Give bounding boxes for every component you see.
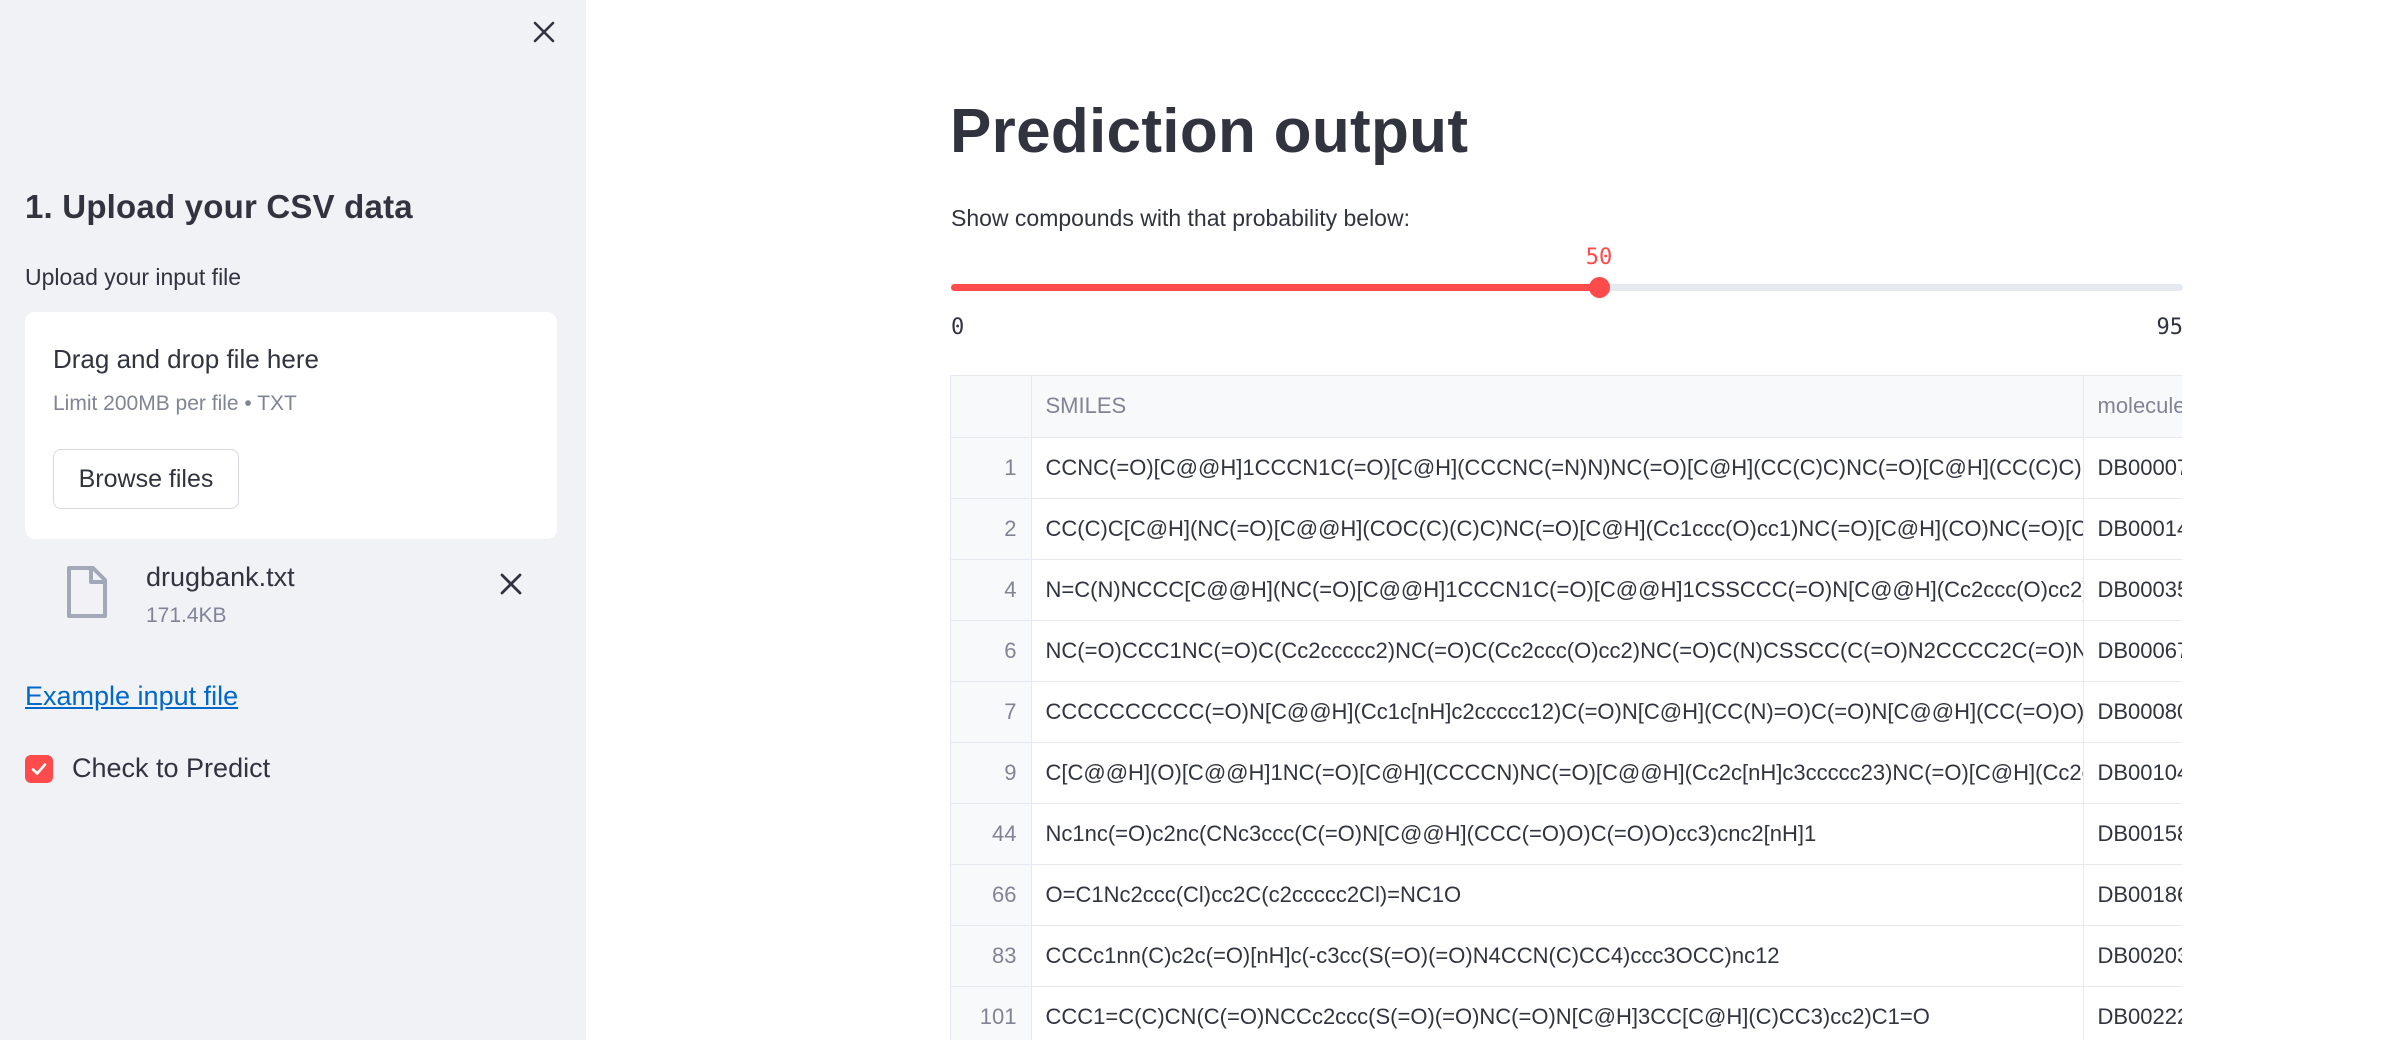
sidebar-heading: 1. Upload your CSV data [25, 188, 413, 225]
upload-label: Upload your input file [25, 264, 242, 290]
dropzone-limit: Limit 200MB per file • TXT [53, 392, 297, 415]
table-row[interactable]: 2 CC(C)C[C@H](NC(=O)[C@@H](COC(C)(C)C)NC(… [951, 498, 2182, 560]
table-row[interactable]: 7 CCCCCCCCCC(=O)N[C@@H](Cc1c[nH]c2ccccc12… [951, 681, 2182, 743]
table-row[interactable]: 9 C[C@@H](O)[C@@H]1NC(=O)[C@H](CCCCN)NC(=… [951, 742, 2182, 804]
row-index-cell[interactable]: 6 [951, 620, 1032, 682]
smiles-cell[interactable]: CCC1=C(C)CN(C(=O)NCCc2ccc(S(=O)(=O)NC(=O… [1031, 986, 2084, 1040]
smiles-cell[interactable]: NC(=O)CCC1NC(=O)C(Cc2ccccc2)NC(=O)C(Cc2c… [1031, 620, 2084, 682]
molecule-cell[interactable]: DB00203 [2083, 925, 2182, 987]
molecule-cell[interactable]: DB00158 [2083, 803, 2182, 865]
slider-value: 50 [1585, 245, 1613, 270]
table-row[interactable]: 4 N=C(N)NCCC[C@@H](NC(=O)[C@@H]1CCCN1C(=O… [951, 559, 2182, 621]
slider-fill [951, 284, 1599, 291]
predict-checkbox-label: Check to Predict [72, 753, 271, 783]
file-name: drugbank.txt [146, 562, 295, 592]
slider-min: 0 [951, 315, 965, 340]
molecule-cell[interactable]: DB00104 [2083, 742, 2182, 804]
table-header-row: SMILES molecule [951, 376, 2182, 438]
molecule-cell[interactable]: DB00067 [2083, 620, 2182, 682]
molecule-cell[interactable]: DB00014 [2083, 498, 2182, 560]
slider-max: 95 [2156, 315, 2184, 340]
slider-thumb[interactable] [1589, 277, 1610, 298]
remove-file-button[interactable] [491, 564, 531, 604]
predict-checkbox-row[interactable]: Check to Predict [25, 753, 270, 784]
row-index-cell[interactable]: 101 [951, 986, 1032, 1040]
row-index-cell[interactable]: 83 [951, 925, 1032, 987]
file-dropzone[interactable]: Drag and drop file here Limit 200MB per … [25, 312, 557, 539]
smiles-cell[interactable]: C[C@@H](O)[C@@H]1NC(=O)[C@H](CCCCN)NC(=O… [1031, 742, 2084, 804]
file-size: 171.4KB [146, 604, 227, 627]
row-index-cell[interactable]: 7 [951, 681, 1032, 743]
close-icon [500, 573, 522, 595]
column-header-smiles[interactable]: SMILES [1031, 376, 2084, 438]
smiles-cell[interactable]: CCCc1nn(C)c2c(=O)[nH]c(-c3cc(S(=O)(=O)N4… [1031, 925, 2084, 987]
page-title: Prediction output [950, 97, 1469, 166]
predict-checkbox[interactable] [25, 754, 53, 783]
smiles-cell[interactable]: Nc1nc(=O)c2nc(CNc3ccc(C(=O)N[C@@H](CCC(=… [1031, 803, 2084, 865]
checkmark-icon [31, 762, 47, 775]
dropzone-title: Drag and drop file here [53, 344, 319, 374]
probability-slider[interactable]: 50 0 95 [951, 240, 2183, 350]
molecule-cell[interactable]: DB00007 [2083, 437, 2182, 499]
table-row[interactable]: 6 NC(=O)CCC1NC(=O)C(Cc2ccccc2)NC(=O)C(Cc2… [951, 620, 2182, 682]
browse-files-button[interactable]: Browse files [53, 449, 239, 509]
row-index-cell[interactable]: 1 [951, 437, 1032, 499]
sidebar: 1. Upload your CSV data Upload your inpu… [0, 0, 586, 1040]
app: 1. Upload your CSV data Upload your inpu… [0, 0, 2408, 1040]
prediction-table[interactable]: SMILES molecule 1 CCNC(=O)[C@@H]1CCCN1C(=… [950, 375, 2182, 1040]
table-row[interactable]: 101 CCC1=C(C)CN(C(=O)NCCc2ccc(S(=O)(=O)NC… [951, 986, 2182, 1040]
close-icon [533, 21, 555, 43]
molecule-cell[interactable]: DB00035 [2083, 559, 2182, 621]
index-header [951, 376, 1032, 438]
table-row[interactable]: 66 O=C1Nc2ccc(Cl)cc2C(c2ccccc2Cl)=NC1O DB0… [951, 864, 2182, 926]
row-index-cell[interactable]: 9 [951, 742, 1032, 804]
smiles-cell[interactable]: CCCCCCCCCC(=O)N[C@@H](Cc1c[nH]c2ccccc12)… [1031, 681, 2084, 743]
smiles-cell[interactable]: CCNC(=O)[C@@H]1CCCN1C(=O)[C@H](CCCNC(=N)… [1031, 437, 2084, 499]
example-input-link[interactable]: Example input file [25, 681, 238, 712]
row-index-cell[interactable]: 44 [951, 803, 1032, 865]
row-index-cell[interactable]: 2 [951, 498, 1032, 560]
slider-label: Show compounds with that probability bel… [951, 205, 1410, 231]
file-icon [67, 566, 107, 618]
molecule-cell[interactable]: DB00186 [2083, 864, 2182, 926]
row-index-cell[interactable]: 66 [951, 864, 1032, 926]
molecule-cell[interactable]: DB00222 [2083, 986, 2182, 1040]
row-index-cell[interactable]: 4 [951, 559, 1032, 621]
table-row[interactable]: 1 CCNC(=O)[C@@H]1CCCN1C(=O)[C@H](CCCNC(=N… [951, 437, 2182, 499]
table-row[interactable]: 44 Nc1nc(=O)c2nc(CNc3ccc(C(=O)N[C@@H](CCC… [951, 803, 2182, 865]
molecule-cell[interactable]: DB00080 [2083, 681, 2182, 743]
smiles-cell[interactable]: CC(C)C[C@H](NC(=O)[C@@H](COC(C)(C)C)NC(=… [1031, 498, 2084, 560]
close-sidebar-button[interactable] [526, 14, 562, 50]
column-header-molecule[interactable]: molecule [2083, 376, 2182, 438]
uploaded-file: drugbank.txt 171.4KB [25, 554, 557, 634]
smiles-cell[interactable]: N=C(N)NCCC[C@@H](NC(=O)[C@@H]1CCCN1C(=O)… [1031, 559, 2084, 621]
smiles-cell[interactable]: O=C1Nc2ccc(Cl)cc2C(c2ccccc2Cl)=NC1O [1031, 864, 2084, 926]
table-row[interactable]: 83 CCCc1nn(C)c2c(=O)[nH]c(-c3cc(S(=O)(=O)… [951, 925, 2182, 987]
table-body: 1 CCNC(=O)[C@@H]1CCCN1C(=O)[C@H](CCCNC(=N… [951, 437, 2182, 1040]
